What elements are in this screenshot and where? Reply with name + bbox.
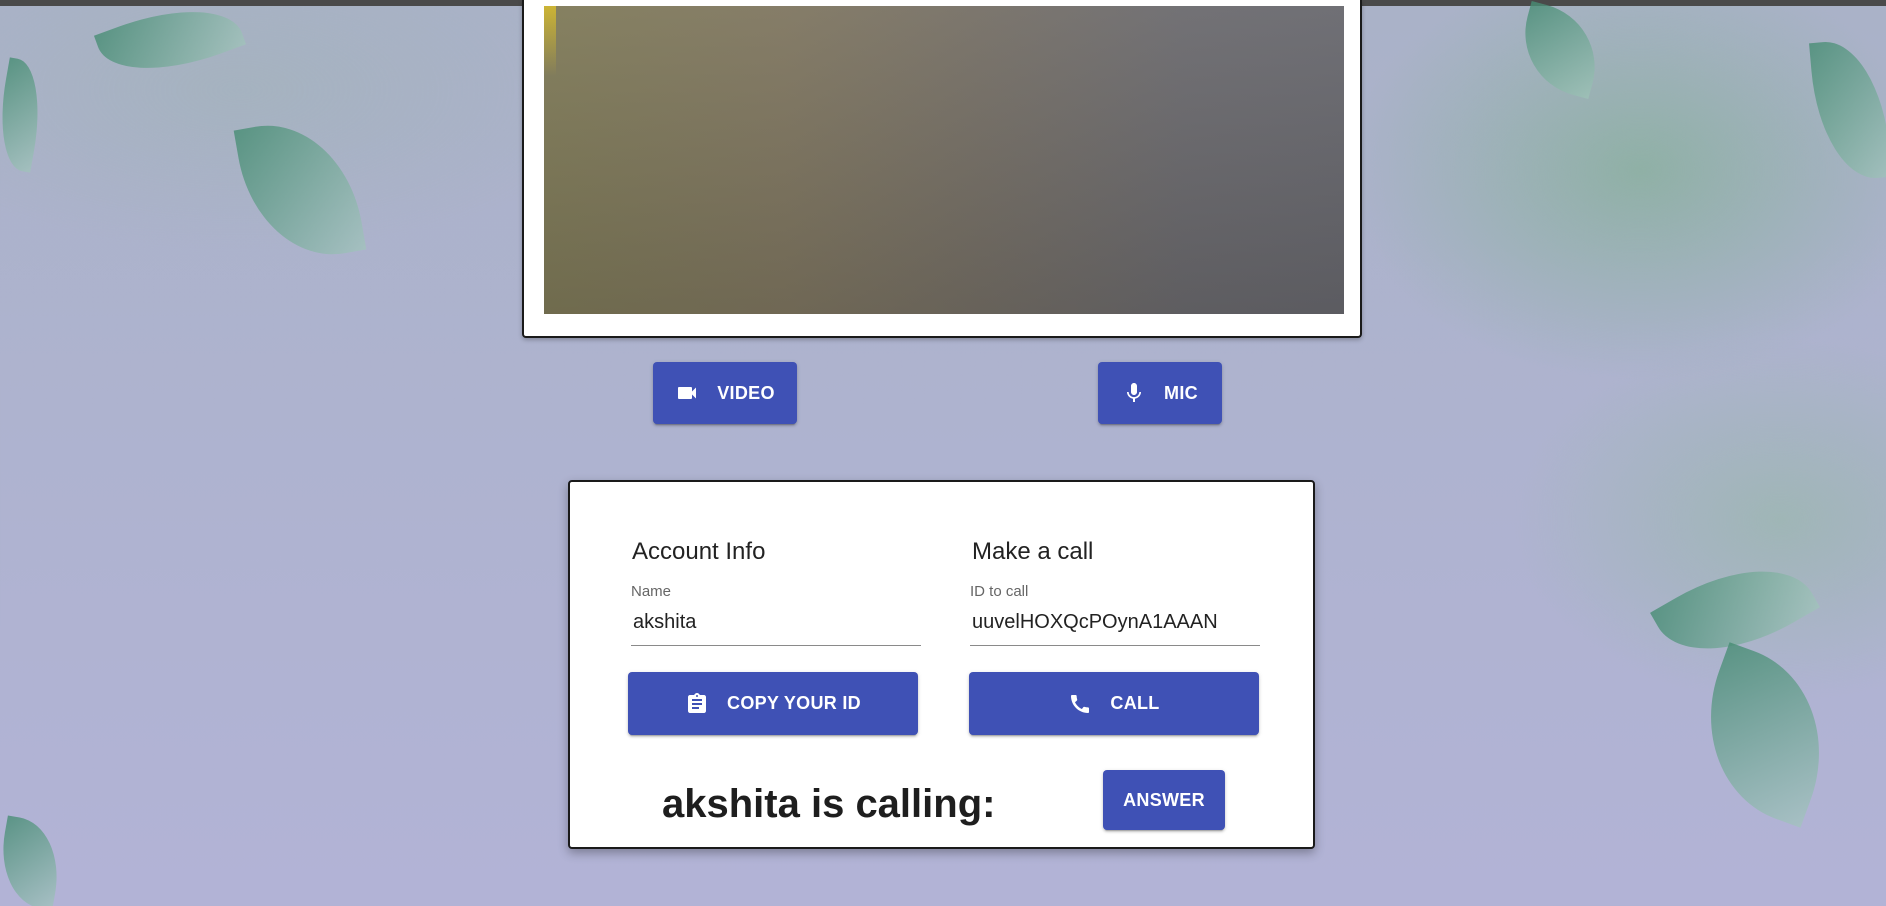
- name-label: Name: [631, 583, 672, 600]
- mic-toggle-button[interactable]: MIC: [1098, 362, 1222, 424]
- id-to-call-input[interactable]: [970, 609, 1262, 636]
- call-button-label: CALL: [1110, 693, 1160, 713]
- answer-button[interactable]: ANSWER: [1103, 770, 1225, 830]
- phone-icon: [1068, 692, 1092, 716]
- videocam-icon: [675, 381, 699, 405]
- call-button[interactable]: CALL: [969, 672, 1259, 735]
- background-leaf: [1678, 642, 1852, 828]
- call-options-card: Account Info Make a call Name ID to call…: [568, 480, 1315, 849]
- video-panel: [522, 0, 1362, 338]
- make-call-heading: Make a call: [972, 538, 1094, 565]
- video-button-label: VIDEO: [717, 382, 775, 403]
- clipboard-icon: [685, 692, 709, 716]
- account-info-heading: Account Info: [632, 538, 766, 565]
- background-leaf: [93, 0, 247, 93]
- background-leaf: [1511, 1, 1609, 99]
- name-field: Name: [631, 583, 923, 646]
- id-to-call-field: ID to call: [970, 583, 1262, 646]
- mic-button-label: MIC: [1164, 382, 1198, 403]
- mic-icon: [1122, 381, 1146, 405]
- background-leaf: [0, 57, 50, 173]
- id-to-call-label: ID to call: [970, 583, 1029, 600]
- background-leaf: [1809, 37, 1886, 183]
- video-stream: [544, 6, 1344, 314]
- answer-button-label: ANSWER: [1123, 789, 1205, 810]
- incoming-call-text: akshita is calling:: [662, 782, 996, 826]
- video-toggle-button[interactable]: VIDEO: [653, 362, 797, 424]
- background-leaf: [233, 111, 367, 269]
- name-input[interactable]: [631, 609, 923, 636]
- copy-id-label: COPY YOUR ID: [727, 693, 861, 713]
- background-leaf: [0, 815, 68, 906]
- copy-id-button[interactable]: COPY YOUR ID: [628, 672, 918, 735]
